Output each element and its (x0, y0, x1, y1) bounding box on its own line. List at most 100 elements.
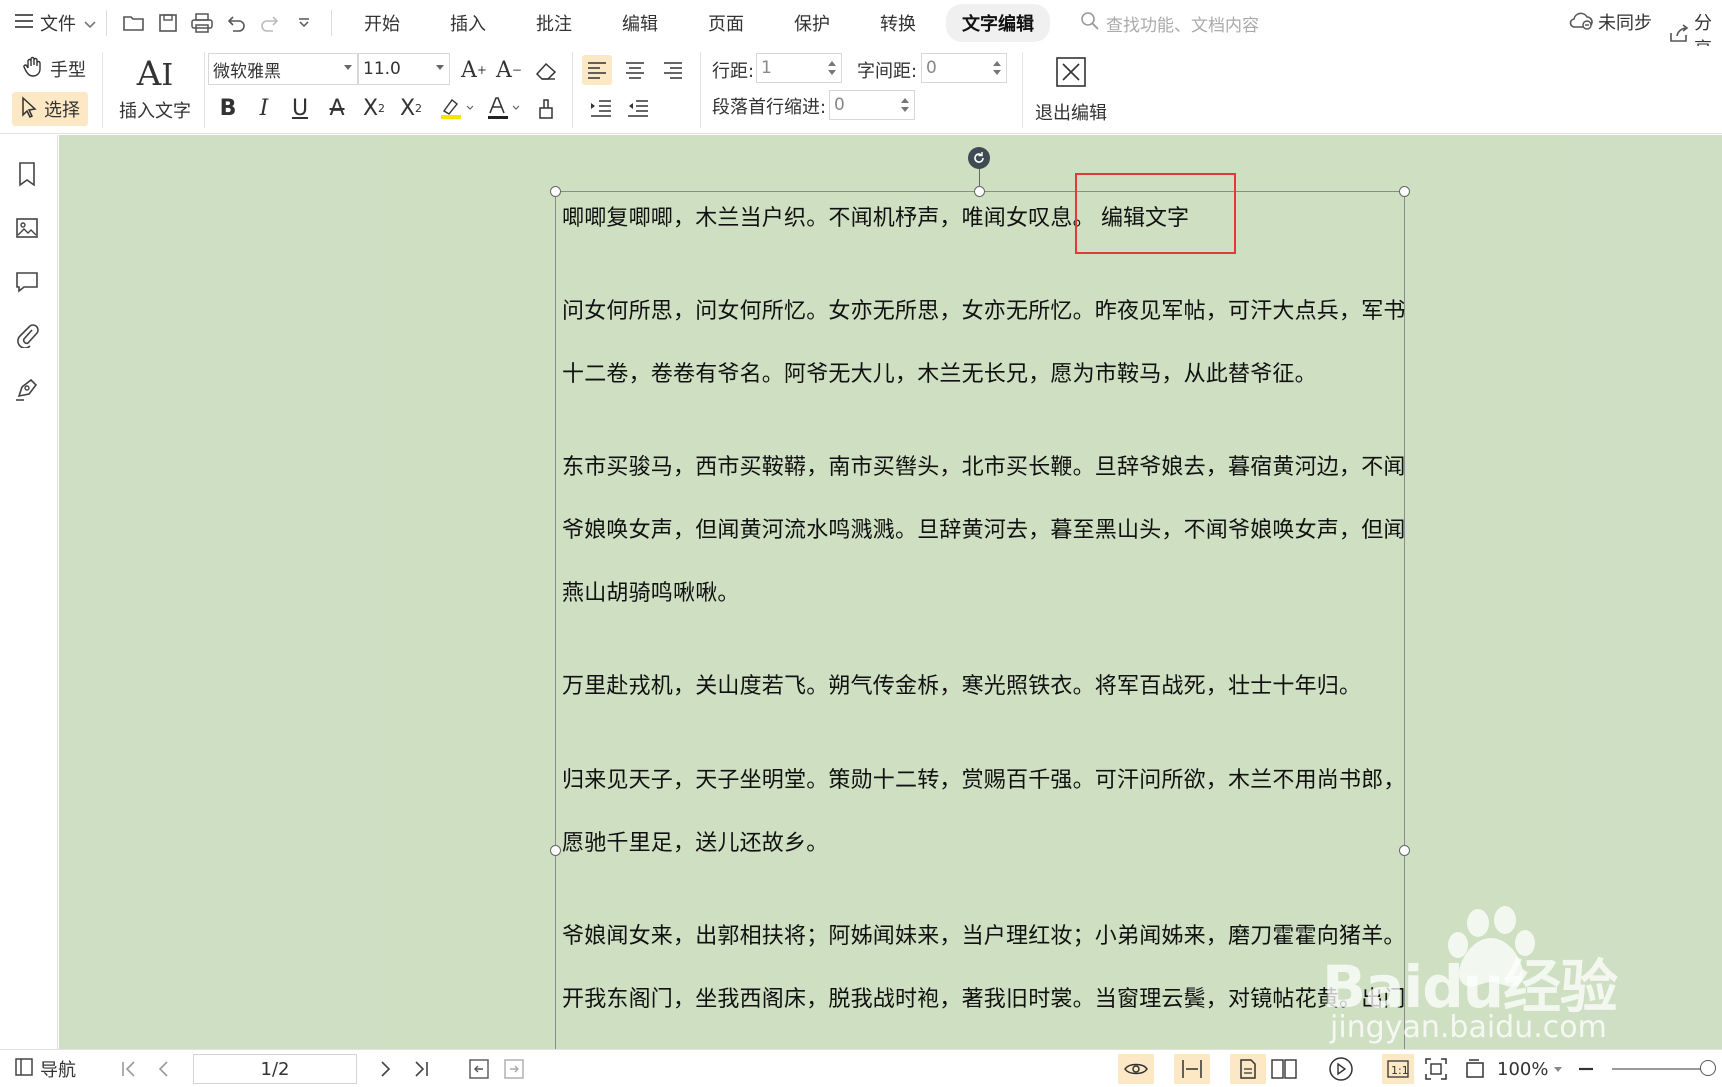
insert-text-button[interactable]: AI 插入文字 (112, 50, 198, 128)
save-icon[interactable] (151, 6, 185, 40)
file-menu[interactable]: 文件 (14, 10, 96, 36)
text-line[interactable]: 十二卷，卷卷有爷名。阿爷无大儿，木兰无长兄，愿为市鞍马，从此替爷征。 (562, 356, 1317, 388)
prev-page-icon[interactable] (157, 1054, 171, 1084)
text-line[interactable]: 唧唧复唧唧，木兰当户织。不闻机杼声，唯闻女叹息。 (562, 200, 1095, 232)
highlight-color-icon[interactable] (436, 93, 476, 123)
search-box[interactable]: 查找功能、文档内容 (1080, 11, 1259, 36)
spin-up-icon[interactable] (828, 61, 836, 66)
subscript-icon[interactable]: X2 (396, 93, 426, 123)
eraser-icon[interactable] (531, 55, 561, 85)
watermark-url: jingyan.baidu.com (1330, 1010, 1607, 1045)
text-line[interactable]: 归来见天子，天子坐明堂。策勋十二转，赏赐百千强。可汗问所欲，木兰不用尚书郎， (562, 762, 1406, 794)
align-right-icon[interactable] (658, 55, 688, 85)
text-line[interactable]: 开我东阁门，坐我西阁床，脱我战时袍，著我旧时裳。当窗理云鬓，对镜帖花黄。出门 (562, 981, 1406, 1013)
menu-bar: 文件 开始 插入 批注 编辑 页面 保护 转换 文字编辑 查找功能、文档内容 未… (0, 0, 1722, 60)
tab-comment[interactable]: 批注 (520, 4, 588, 42)
resize-handle-right[interactable] (1399, 845, 1410, 856)
zoom-slider-thumb[interactable] (1700, 1060, 1716, 1076)
fit-page-icon[interactable] (1424, 1054, 1448, 1084)
sync-status[interactable]: 未同步 (1568, 9, 1652, 35)
text-line[interactable]: 问女何所思，问女何所忆。女亦无所思，女亦无所忆。昨夜见军帖，可汗大点兵，军书 (562, 293, 1406, 325)
tab-insert[interactable]: 插入 (434, 4, 502, 42)
line-spacing-input[interactable]: 1 (756, 53, 842, 83)
tab-page[interactable]: 页面 (692, 4, 760, 42)
forward-history-icon[interactable] (503, 1054, 525, 1084)
text-line[interactable]: 万里赴戎机，关山度若飞。朔气传金柝，寒光照铁衣。将军百战死，壮士十年归。 (562, 668, 1361, 700)
single-page-icon[interactable] (1230, 1054, 1266, 1084)
bookmark-icon[interactable] (12, 159, 42, 189)
tab-edit[interactable]: 编辑 (606, 4, 674, 42)
spin-down-icon[interactable] (828, 70, 836, 75)
text-line[interactable]: 爷娘唤女声，但闻黄河流水鸣溅溅。旦辞黄河去，暮至黑山头，不闻爷娘唤女声，但闻 (562, 512, 1406, 544)
text-line[interactable]: 东市买骏马，西市买鞍鞯，南市买辔头，北市买长鞭。旦辞爷娘去，暮宿黄河边，不闻 (562, 449, 1406, 481)
nav-toggle-button[interactable]: 导航 (14, 1054, 76, 1084)
comment-icon[interactable] (12, 267, 42, 297)
undo-icon[interactable] (219, 6, 253, 40)
tab-text-edit[interactable]: 文字编辑 (946, 4, 1050, 42)
tab-protect[interactable]: 保护 (778, 4, 846, 42)
zoom-slider[interactable] (1612, 1054, 1716, 1084)
superscript-icon[interactable]: X2 (359, 93, 389, 123)
font-color-icon[interactable] (482, 93, 522, 123)
open-folder-icon[interactable] (117, 6, 151, 40)
text-line[interactable]: 愿驰千里足，送儿还故乡。 (562, 825, 828, 857)
increase-font-icon[interactable]: A + (459, 55, 489, 85)
next-page-icon[interactable] (378, 1054, 392, 1084)
resize-handle-top[interactable] (974, 186, 985, 197)
fit-width-icon[interactable] (1174, 1054, 1210, 1084)
two-page-icon[interactable] (1270, 1054, 1298, 1084)
spin-up-icon[interactable] (993, 61, 1001, 66)
zoom-out-icon[interactable] (1578, 1054, 1594, 1084)
more-dropdown-icon[interactable] (287, 6, 321, 40)
print-icon[interactable] (185, 6, 219, 40)
eye-protection-icon[interactable] (1118, 1054, 1154, 1084)
rotate-view-icon[interactable] (1463, 1054, 1487, 1084)
text-line[interactable]: 燕山胡骑鸣啾啾。 (562, 575, 740, 607)
text-line[interactable]: 爷娘闻女来，出郭相扶将；阿姊闻妹来，当户理红妆；小弟闻姊来，磨刀霍霍向猪羊。 (562, 918, 1406, 950)
underline-icon[interactable]: U (285, 93, 315, 123)
divider (700, 52, 701, 128)
strikethrough-icon[interactable]: A (322, 93, 352, 123)
tab-home[interactable]: 开始 (348, 4, 416, 42)
spin-up-icon[interactable] (901, 98, 909, 103)
resize-handle-left[interactable] (550, 845, 561, 856)
spin-down-icon[interactable] (993, 70, 1001, 75)
resize-handle-top-right[interactable] (1399, 186, 1410, 197)
exit-edit-button[interactable]: 退出编辑 (1030, 52, 1112, 128)
first-line-indent-input[interactable]: 0 (829, 90, 915, 120)
font-size-value: 11.0 (363, 59, 401, 79)
select-tool-button[interactable]: 选择 (12, 92, 88, 126)
tab-convert[interactable]: 转换 (864, 4, 932, 42)
zoom-level-select[interactable]: 100% (1497, 1054, 1563, 1084)
back-history-icon[interactable] (468, 1054, 490, 1084)
indent-decrease-icon[interactable] (623, 93, 653, 123)
share-icon (1668, 23, 1690, 48)
resize-handle-top-left[interactable] (550, 186, 561, 197)
align-center-icon[interactable] (620, 55, 650, 85)
rotate-handle-icon[interactable] (968, 147, 990, 169)
signature-pen-icon[interactable] (12, 374, 42, 404)
first-page-icon[interactable] (120, 1054, 138, 1084)
actual-size-icon[interactable]: 1:1 (1382, 1054, 1414, 1084)
decrease-font-icon[interactable]: A − (494, 55, 524, 85)
redo-icon[interactable] (253, 6, 287, 40)
bold-icon[interactable]: B (213, 93, 243, 123)
image-icon[interactable] (12, 213, 42, 243)
page-number-input[interactable]: 1/2 (193, 1054, 357, 1084)
play-slideshow-icon[interactable] (1328, 1054, 1354, 1084)
status-bar: 导航 1/2 1:1 100% (0, 1049, 1722, 1087)
attachment-icon[interactable] (12, 320, 42, 350)
char-spacing-input[interactable]: 0 (921, 53, 1007, 83)
font-name-select[interactable]: 微软雅黑 (208, 53, 358, 85)
last-page-icon[interactable] (412, 1054, 430, 1084)
text-box-frame[interactable] (555, 191, 1405, 1087)
format-painter-icon[interactable] (531, 93, 561, 123)
align-left-icon[interactable] (582, 55, 612, 85)
hand-tool-button[interactable]: 手型 (18, 54, 90, 84)
italic-icon[interactable]: I (249, 93, 279, 123)
font-size-select[interactable]: 11.0 (358, 53, 450, 85)
divider (572, 52, 573, 128)
spin-down-icon[interactable] (901, 107, 909, 112)
indent-increase-icon[interactable] (586, 93, 616, 123)
line-spacing-value: 1 (761, 58, 772, 78)
